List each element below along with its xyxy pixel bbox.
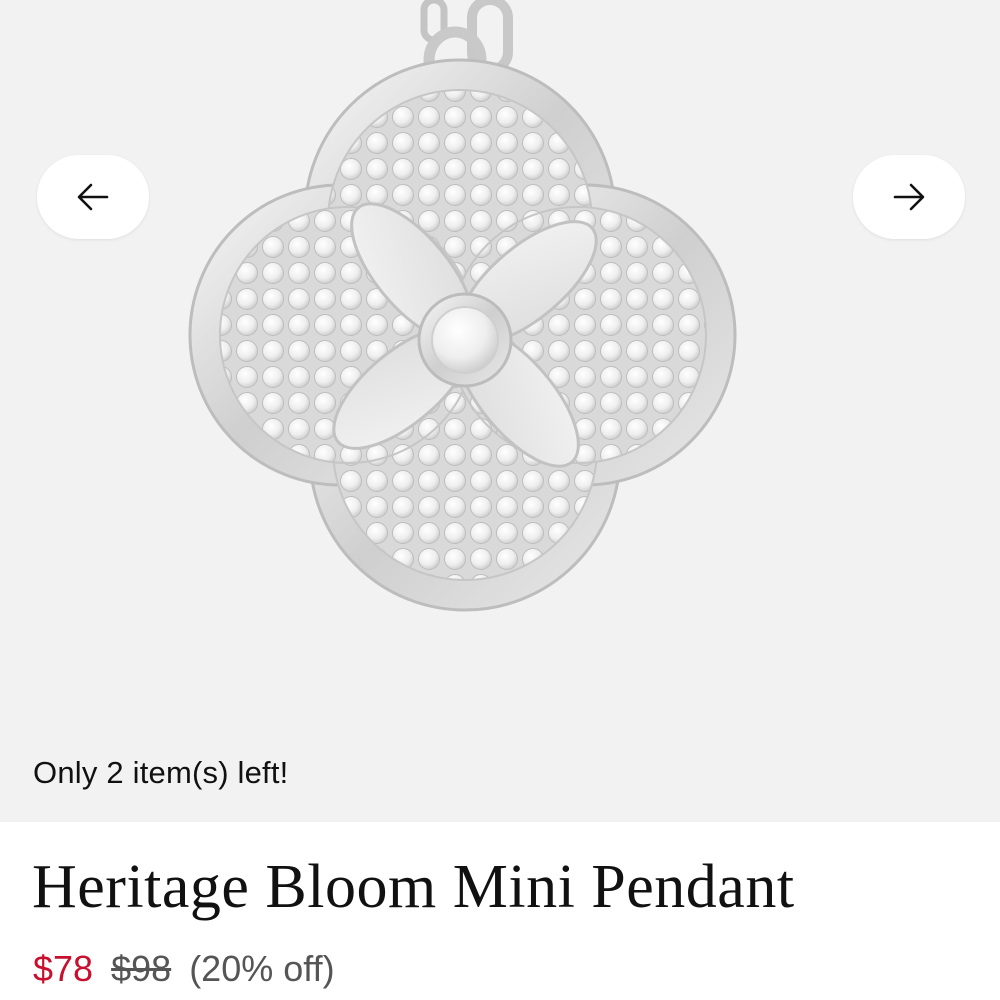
price-row: $78 $98 (20% off)	[33, 948, 335, 990]
original-price: $98	[111, 948, 172, 989]
product-title: Heritage Bloom Mini Pendant	[32, 853, 795, 921]
discount-label: (20% off)	[189, 948, 335, 989]
product-page: Only 2 item(s) left! Heritage Bloom Mini…	[0, 0, 1000, 1000]
product-gallery: Only 2 item(s) left!	[0, 0, 1000, 822]
previous-image-button[interactable]	[37, 155, 149, 239]
next-image-button[interactable]	[853, 155, 965, 239]
product-image[interactable]	[0, 0, 1000, 822]
sale-price: $78	[33, 948, 94, 989]
arrow-right-icon	[893, 183, 925, 211]
pendant	[188, 58, 737, 612]
stock-message: Only 2 item(s) left!	[33, 755, 289, 790]
product-info: Heritage Bloom Mini Pendant $78 $98 (20%…	[0, 822, 1000, 1000]
arrow-left-icon	[77, 183, 109, 211]
